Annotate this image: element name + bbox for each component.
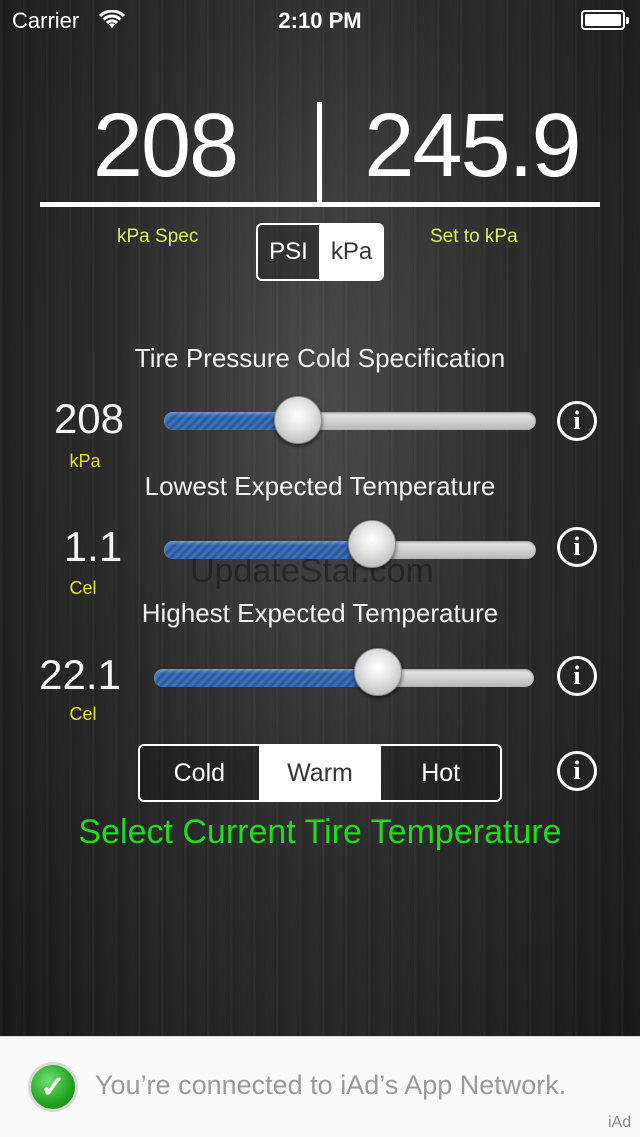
temperature-toggle: Cold Warm Hot <box>138 744 502 802</box>
ad-message: You’re connected to iAd’s App Network. <box>95 1070 567 1100</box>
spec-label: kPa Spec <box>117 226 199 247</box>
info-icon[interactable]: i <box>557 656 597 696</box>
lowest-temp-unit: Cel <box>69 578 97 598</box>
unit-option-kpa[interactable]: kPa <box>319 225 382 279</box>
slider-title-highest-temp: Highest Expected Temperature <box>141 598 499 628</box>
info-icon[interactable]: i <box>557 401 597 441</box>
highest-temp-slider-track[interactable] <box>154 669 534 687</box>
info-icon[interactable]: i <box>557 751 597 791</box>
battery-icon <box>581 10 629 30</box>
pressure-slider-knob[interactable] <box>273 396 322 444</box>
pressure-value: 208 <box>53 395 125 442</box>
pressure-unit: kPa <box>69 451 101 471</box>
set-value-display: 245.9 <box>364 96 581 196</box>
highest-temp-slider-fill <box>154 669 379 687</box>
temp-option-hot[interactable]: Hot <box>379 746 500 800</box>
temp-option-warm[interactable]: Warm <box>258 746 380 800</box>
temp-option-cold[interactable]: Cold <box>140 746 259 800</box>
check-icon: ✓ <box>28 1062 78 1112</box>
highest-temp-value: 22.1 <box>39 651 121 698</box>
slider-title-lowest-temp: Lowest Expected Temperature <box>144 471 496 501</box>
set-label: Set to kPa <box>430 226 518 247</box>
unit-option-psi[interactable]: PSI <box>258 225 319 279</box>
lowest-temp-value: 1.1 <box>63 523 123 570</box>
info-icon[interactable]: i <box>557 527 597 567</box>
divider-horizontal <box>40 202 600 207</box>
slider-title-pressure: Tire Pressure Cold Specification <box>134 343 506 373</box>
unit-toggle: PSI kPa <box>256 223 384 281</box>
pressure-slider-track[interactable] <box>164 412 536 430</box>
temperature-prompt: Select Current Tire Temperature <box>78 813 562 851</box>
highest-temp-unit: Cel <box>69 704 97 724</box>
spec-value-display: 208 <box>92 96 239 196</box>
iad-brand: iAd <box>608 1114 632 1131</box>
lowest-temp-slider-fill <box>164 541 373 559</box>
status-bar: Carrier 2:10 PM <box>0 0 640 40</box>
clock: 2:10 PM <box>278 8 362 33</box>
highest-temp-slider-knob[interactable] <box>354 648 403 696</box>
lowest-temp-slider-knob[interactable] <box>348 520 397 568</box>
